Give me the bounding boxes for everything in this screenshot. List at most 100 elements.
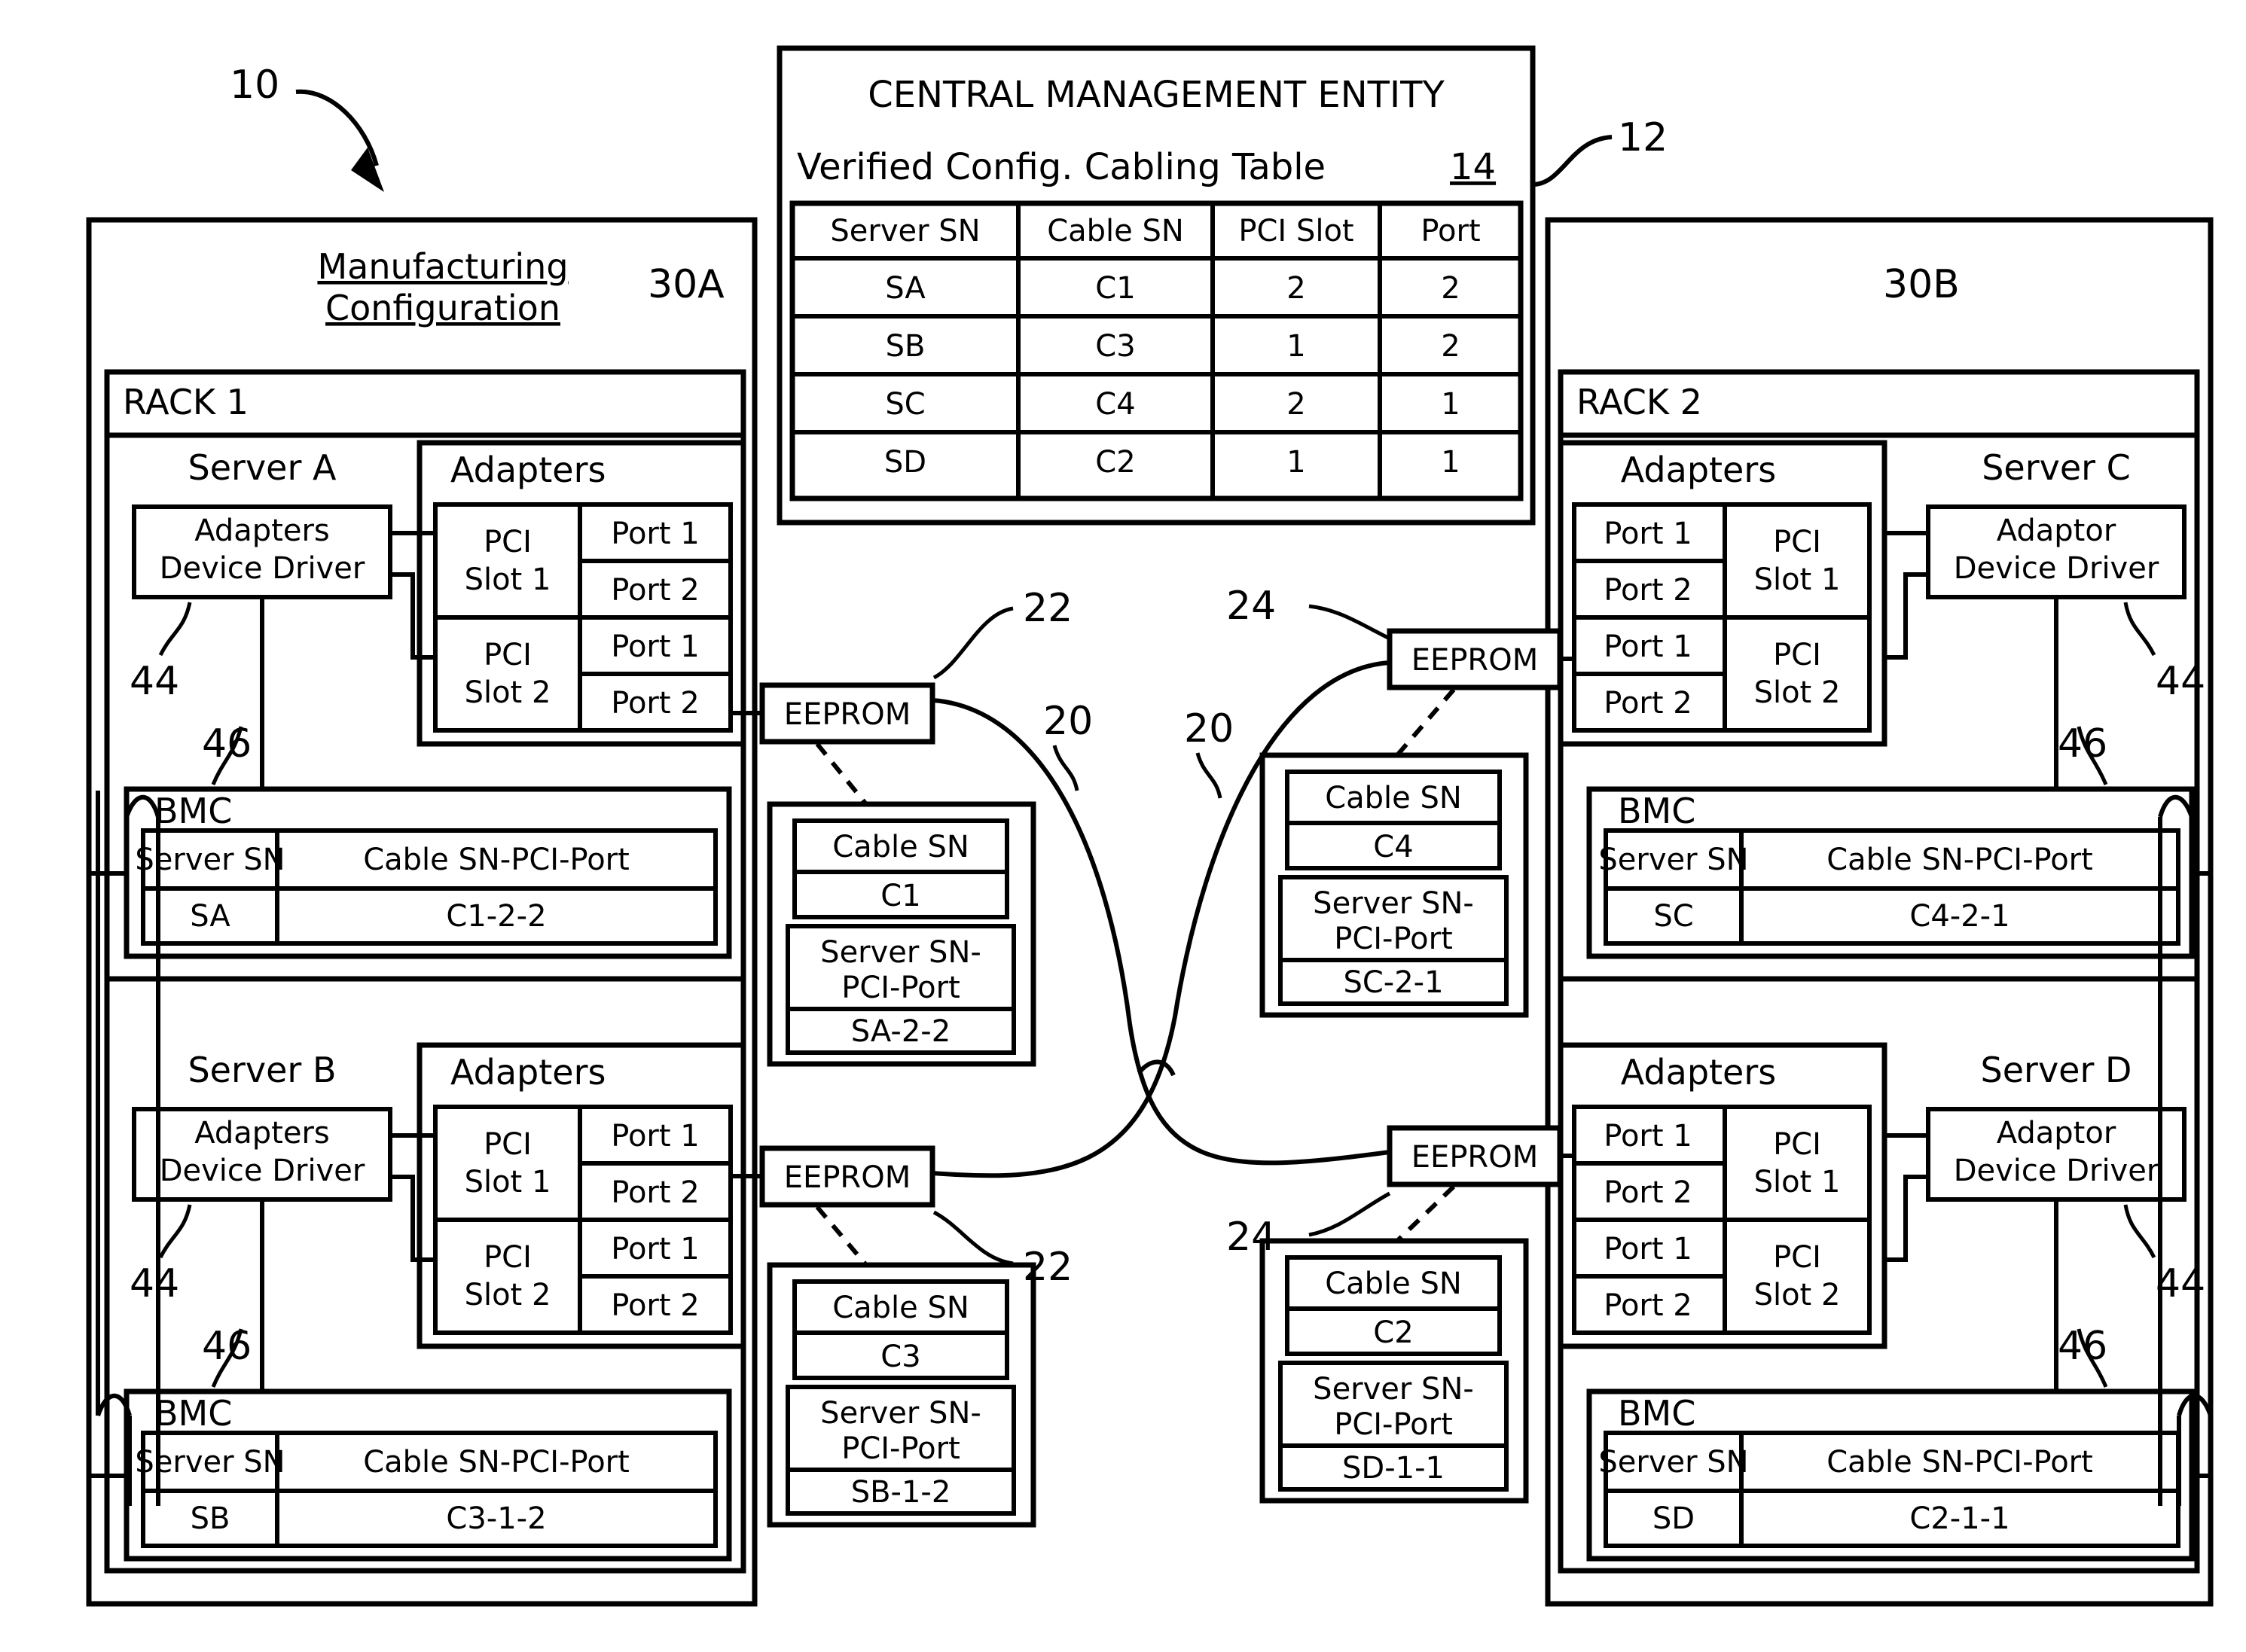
server-d-slot2-l1: PCI: [1773, 1240, 1821, 1275]
cable-c1-map-header-l2: PCI-Port: [841, 971, 960, 1005]
server-a-name: Server A: [188, 447, 337, 488]
server-c-name: Server C: [1982, 447, 2131, 488]
ref-20-left: 20: [1043, 699, 1093, 744]
server-c-slot1-l2: Slot 1: [1754, 562, 1841, 597]
cable-c1-sn-value: C1: [880, 879, 920, 913]
server-c-bmc-label: BMC: [1618, 791, 1695, 831]
server-d-slot1-l1: PCI: [1773, 1127, 1821, 1162]
cable-c4-sn-value: C4: [1373, 830, 1413, 864]
server-b-driver-line1: Adapters: [194, 1116, 330, 1151]
cable-c4-map-value: SC-2-1: [1343, 965, 1443, 1000]
server-c-driver-line2: Device Driver: [1954, 551, 2159, 586]
server-a-bmc-label: BMC: [154, 791, 232, 831]
server-c-ref-46: 46: [2058, 721, 2107, 767]
cable-c4-map-header-l1: Server SN-: [1313, 886, 1474, 921]
server-a-slot2-l1: PCI: [484, 638, 532, 672]
server-a-slot1-l2: Slot 1: [465, 562, 551, 597]
server-d-driver-line2: Device Driver: [1954, 1154, 2159, 1188]
server-b-slot1-l2: Slot 1: [465, 1165, 551, 1199]
cme-col-server-sn: Server SN: [830, 214, 980, 248]
cme-r0c0: SA: [885, 271, 926, 306]
server-a-slot2-port1: Port 1: [611, 629, 699, 664]
server-d-slot1-port1: Port 1: [1604, 1119, 1692, 1154]
cme-title: CENTRAL MANAGEMENT ENTITY: [868, 74, 1445, 116]
cme-r0c3: 2: [1441, 271, 1460, 306]
cme-r0c2: 2: [1286, 271, 1305, 306]
manufacturing-heading-line1: Manufacturing: [317, 246, 568, 287]
server-a-slot2-l2: Slot 2: [465, 675, 551, 710]
server-a-bmc-val1: C1-2-2: [446, 899, 546, 934]
eeprom-c-label: EEPROM: [1411, 643, 1538, 678]
server-c-bmc-val1: C4-2-1: [1909, 899, 2009, 934]
server-b-slot2-l1: PCI: [484, 1240, 532, 1275]
cable-c3-map-header-l1: Server SN-: [820, 1396, 981, 1431]
server-c-slot2-l1: PCI: [1773, 638, 1821, 672]
ref-22-upper: 22: [1023, 586, 1073, 631]
cable-c2-sn-header: Cable SN: [1325, 1266, 1462, 1301]
cme-col-cable-sn: Cable SN: [1047, 214, 1184, 248]
ref-20-leaders: [1052, 745, 1222, 799]
cme-r1c1: C3: [1095, 329, 1135, 364]
ref-20-right: 20: [1184, 706, 1234, 751]
server-b-driver-line2: Device Driver: [160, 1154, 365, 1188]
server-a-slot1-l1: PCI: [484, 525, 532, 559]
cme-col-pci-slot: PCI Slot: [1238, 214, 1353, 248]
server-a-bmc-col0: Server SN: [135, 843, 285, 877]
cme-table-title: Verified Config. Cabling Table: [797, 146, 1326, 188]
ref-30a: 30A: [648, 262, 725, 307]
server-a-ref-44: 44: [130, 659, 179, 704]
server-d-bmc-col0: Server SN: [1598, 1445, 1748, 1480]
cable-c2-map-header-l2: PCI-Port: [1334, 1407, 1453, 1442]
server-a-adapters-label: Adapters: [450, 450, 606, 490]
server-d-bmc-val0: SD: [1652, 1501, 1695, 1536]
cable-c4-sn-header: Cable SN: [1325, 781, 1462, 815]
server-c-slot1-port2: Port 2: [1604, 573, 1692, 608]
server-c-ref-44: 44: [2156, 659, 2205, 704]
server-a-bmc-col1: Cable SN-PCI-Port: [363, 843, 630, 877]
cme-r0c1: C1: [1095, 271, 1135, 306]
ref-12-leader: [1532, 135, 1613, 187]
server-c-slot1-l1: PCI: [1773, 525, 1821, 559]
server-d-bmc-val1: C2-1-1: [1909, 1501, 2009, 1536]
server-b-slot2-l2: Slot 2: [465, 1278, 551, 1312]
server-b-adapters-label: Adapters: [450, 1052, 606, 1093]
rack-2-label: RACK 2: [1576, 382, 1702, 422]
server-a-ref-46: 46: [202, 721, 252, 767]
server-b-ref-44: 44: [130, 1261, 179, 1306]
server-b-slot1-port2: Port 2: [611, 1175, 699, 1210]
cable-c3-map-value: SB-1-2: [851, 1475, 951, 1510]
server-b-bmc-label: BMC: [154, 1393, 232, 1434]
server-a-slot1-port2: Port 2: [611, 573, 699, 608]
ref-10: 10: [230, 62, 279, 108]
cable-c2-sn-value: C2: [1373, 1315, 1413, 1350]
server-d-slot2-port1: Port 1: [1604, 1232, 1692, 1266]
cable-c1-sn-header: Cable SN: [832, 830, 969, 864]
server-c-slot2-l2: Slot 2: [1754, 675, 1841, 710]
server-d-driver-line1: Adaptor: [1997, 1116, 2116, 1151]
cable-c3-map-header-l2: PCI-Port: [841, 1431, 960, 1466]
cable-c1-map-value: SA-2-2: [851, 1014, 951, 1049]
cable-c2-map-header-l1: Server SN-: [1313, 1372, 1474, 1407]
eeprom-d-label: EEPROM: [1411, 1140, 1538, 1175]
manufacturing-heading-line2: Configuration: [325, 288, 560, 328]
server-d-slot1-port2: Port 2: [1604, 1175, 1692, 1210]
server-b-bmc-col0: Server SN: [135, 1445, 285, 1480]
cable-c2-map-value: SD-1-1: [1342, 1451, 1445, 1486]
server-d-bmc-col1: Cable SN-PCI-Port: [1826, 1445, 2093, 1480]
eeprom-b-label: EEPROM: [784, 1160, 911, 1195]
ref-30b: 30B: [1883, 262, 1960, 307]
server-c-slot1-port1: Port 1: [1604, 517, 1692, 551]
server-a-bmc-val0: SA: [190, 899, 230, 934]
server-b-bmc-col1: Cable SN-PCI-Port: [363, 1445, 630, 1480]
server-d-slot2-port2: Port 2: [1604, 1288, 1692, 1323]
server-b-slot1-port1: Port 1: [611, 1119, 699, 1154]
server-c-bmc-col0: Server SN: [1598, 843, 1748, 877]
server-a-slot2-port2: Port 2: [611, 686, 699, 721]
cable-c3-sn-header: Cable SN: [832, 1291, 969, 1325]
cable-c1-map-header-l1: Server SN-: [820, 935, 981, 970]
ref-24-lower: 24: [1226, 1215, 1276, 1260]
server-d-ref-44: 44: [2156, 1261, 2205, 1306]
server-c-bmc-val0: SC: [1653, 899, 1693, 934]
ref-10-leader: [295, 89, 384, 192]
server-b-slot2-port2: Port 2: [611, 1288, 699, 1323]
